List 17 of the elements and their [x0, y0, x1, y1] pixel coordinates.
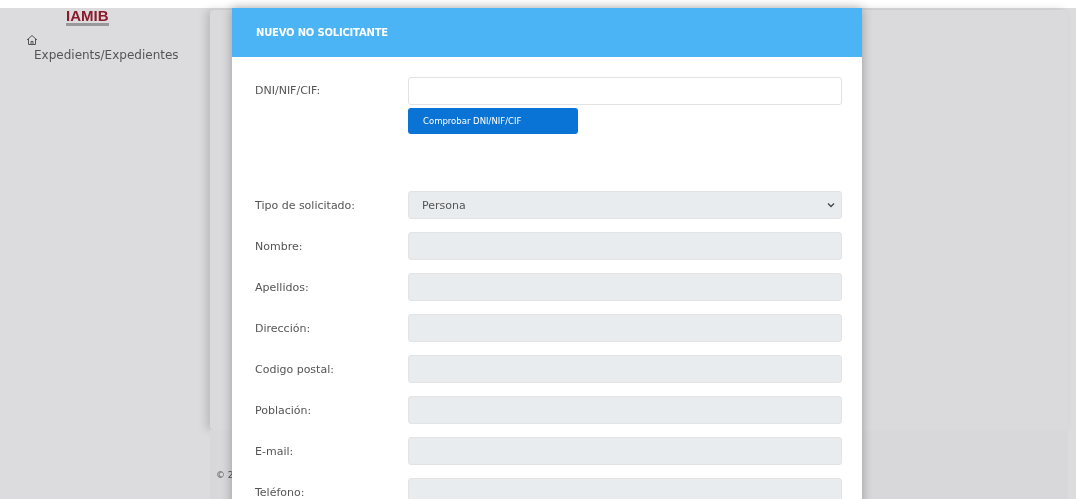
- field-label: Apellidos:: [255, 280, 310, 294]
- field-label: Tipo de solicitado:: [255, 198, 357, 212]
- field-label: E-mail:: [255, 444, 295, 458]
- modal-title: NUEVO NO SOLICITANTE: [256, 27, 388, 38]
- field-label: Población:: [255, 403, 313, 417]
- check-button[interactable]: Comprobar DNI/NIF/CIF: [408, 108, 578, 134]
- field-label: DNI/NIF/CIF:: [255, 84, 322, 97]
- sidebar-link[interactable]: Expedients/Expedientes: [24, 48, 210, 62]
- dni-field[interactable]: [408, 77, 842, 105]
- logo: IAMIB: [66, 8, 109, 26]
- chevron-icon: [827, 202, 835, 208]
- field-label: Dirección:: [255, 321, 312, 335]
- field-label: Nombre:: [255, 239, 304, 253]
- field-label: Teléfono:: [255, 485, 306, 499]
- field-label: Codigo postal:: [255, 362, 335, 376]
- home-icon: [26, 34, 38, 46]
- copyright-text: © 2: [216, 470, 234, 480]
